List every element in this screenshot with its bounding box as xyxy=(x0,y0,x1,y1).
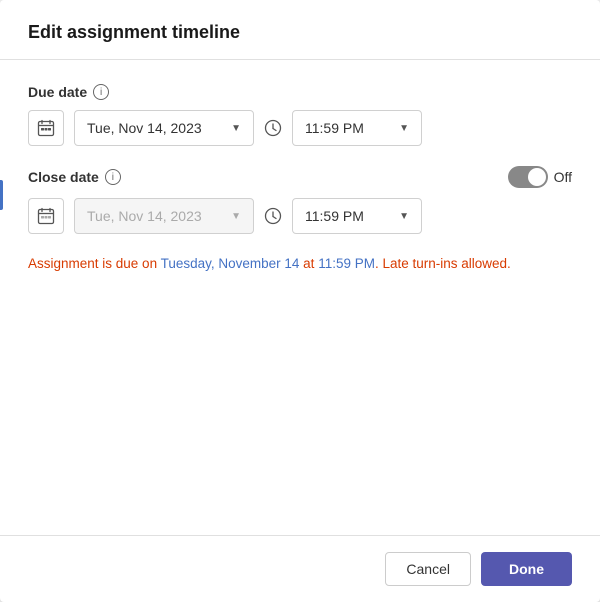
due-time-chevron-icon: ▼ xyxy=(399,123,409,134)
close-date-toggle-area: Off xyxy=(508,166,572,188)
edit-timeline-dialog: Edit assignment timeline Due date i xyxy=(0,0,600,602)
due-date-picker[interactable]: Tue, Nov 14, 2023 ▼ xyxy=(74,110,254,146)
close-date-controls: Tue, Nov 14, 2023 ▼ 11:59 PM ▼ xyxy=(28,198,572,234)
close-date-toggle[interactable] xyxy=(508,166,548,188)
dialog-footer: Cancel Done xyxy=(0,535,600,602)
close-time-chevron-icon: ▼ xyxy=(399,211,409,222)
summary-text-after: . Late turn-ins allowed. xyxy=(375,256,511,271)
due-date-label: Due date xyxy=(28,84,87,100)
close-date-label: Close date xyxy=(28,169,99,185)
close-date-info-icon[interactable]: i xyxy=(105,169,121,185)
summary-date-link: Tuesday, November 14 xyxy=(161,256,300,271)
close-time-picker[interactable]: 11:59 PM ▼ xyxy=(292,198,422,234)
assignment-summary: Assignment is due on Tuesday, November 1… xyxy=(28,254,572,274)
due-time-value: 11:59 PM xyxy=(305,120,364,136)
due-date-calendar-button[interactable] xyxy=(28,110,64,146)
close-time-value: 11:59 PM xyxy=(305,208,364,224)
summary-text-before: Assignment is due on xyxy=(28,256,161,271)
due-date-section: Due date i Tue, Nov 14, 2023 xyxy=(28,84,572,146)
close-date-chevron-icon: ▼ xyxy=(231,211,241,222)
due-date-controls: Tue, Nov 14, 2023 ▼ 11:59 PM ▼ xyxy=(28,110,572,146)
close-date-label-row: Close date i Off xyxy=(28,166,572,188)
dialog-body: Due date i Tue, Nov 14, 2023 xyxy=(0,60,600,535)
close-date-label-group: Close date i xyxy=(28,169,502,185)
close-date-value: Tue, Nov 14, 2023 xyxy=(87,208,202,224)
due-date-value: Tue, Nov 14, 2023 xyxy=(87,120,202,136)
due-date-info-icon[interactable]: i xyxy=(93,84,109,100)
close-time-clock-icon xyxy=(264,207,282,225)
due-time-clock-icon xyxy=(264,119,282,137)
close-calendar-icon xyxy=(37,207,55,225)
close-date-section: Close date i Off xyxy=(28,166,572,234)
dialog-header: Edit assignment timeline xyxy=(0,0,600,60)
summary-text-mid: at xyxy=(299,256,318,271)
summary-time-link: 11:59 PM xyxy=(318,256,375,271)
calendar-icon xyxy=(37,119,55,137)
side-accent xyxy=(0,180,3,210)
due-date-chevron-icon: ▼ xyxy=(231,123,241,134)
due-date-label-row: Due date i xyxy=(28,84,572,100)
cancel-button[interactable]: Cancel xyxy=(385,552,471,586)
dialog-title: Edit assignment timeline xyxy=(28,22,572,43)
toggle-thumb xyxy=(528,168,546,186)
close-date-calendar-button[interactable] xyxy=(28,198,64,234)
due-time-picker[interactable]: 11:59 PM ▼ xyxy=(292,110,422,146)
close-date-picker[interactable]: Tue, Nov 14, 2023 ▼ xyxy=(74,198,254,234)
close-date-toggle-label: Off xyxy=(554,169,572,185)
done-button[interactable]: Done xyxy=(481,552,572,586)
